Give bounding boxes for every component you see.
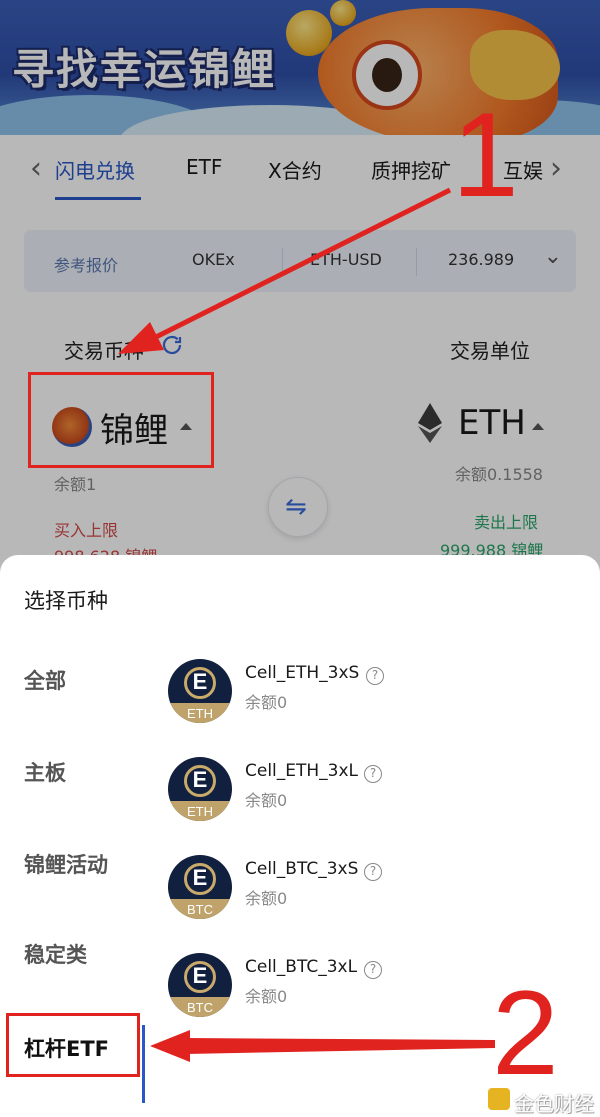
annotation-step-2: 2 — [492, 966, 559, 1100]
category-koi-event[interactable]: 锦鲤活动 — [24, 849, 108, 879]
token-tag: ETH — [187, 804, 213, 819]
cell-btc-token-icon: E BTC — [168, 953, 232, 1017]
category-main-board[interactable]: 主板 — [24, 757, 66, 787]
token-name: Cell_ETH_3xS — [245, 663, 360, 683]
token-glyph: E — [192, 767, 208, 792]
cell-eth-token-icon: E ETH — [168, 659, 232, 723]
token-balance: 余额0 — [245, 987, 288, 1006]
token-item[interactable]: E BTC Cell_BTC_3xS ? 余额0 — [168, 855, 428, 925]
token-tag: BTC — [187, 1000, 213, 1015]
category-stable[interactable]: 稳定类 — [24, 939, 87, 969]
token-item[interactable]: E ETH Cell_ETH_3xL ? 余额0 — [168, 757, 428, 827]
cell-btc-token-icon: E BTC — [168, 855, 232, 919]
token-item[interactable]: E BTC Cell_BTC_3xL ? 余额0 — [168, 953, 428, 1023]
annotation-step-1: 1 — [452, 88, 519, 222]
token-balance: 余额0 — [245, 889, 288, 908]
token-glyph: E — [192, 669, 208, 694]
help-icon[interactable]: ? — [364, 863, 382, 881]
token-balance: 余额0 — [245, 791, 288, 810]
active-category-indicator — [142, 1025, 145, 1103]
token-name: Cell_ETH_3xL — [245, 761, 359, 781]
category-all[interactable]: 全部 — [24, 665, 66, 695]
cell-eth-token-icon: E ETH — [168, 757, 232, 821]
token-name: Cell_BTC_3xS — [245, 859, 359, 879]
token-glyph: E — [192, 865, 208, 890]
token-glyph: E — [192, 963, 208, 988]
token-tag: ETH — [187, 706, 213, 721]
highlight-box — [28, 372, 214, 468]
help-icon[interactable]: ? — [364, 765, 382, 783]
token-balance: 余额0 — [245, 693, 288, 712]
token-name: Cell_BTC_3xL — [245, 957, 358, 977]
help-icon[interactable]: ? — [366, 667, 384, 685]
token-tag: BTC — [187, 902, 213, 917]
highlight-box — [6, 1013, 140, 1077]
watermark-logo-icon — [488, 1088, 510, 1110]
help-icon[interactable]: ? — [364, 961, 382, 979]
sheet-title: 选择币种 — [24, 589, 108, 613]
token-item[interactable]: E ETH Cell_ETH_3xS ? 余额0 — [168, 659, 428, 729]
watermark-text: 金色财经 — [514, 1092, 594, 1116]
